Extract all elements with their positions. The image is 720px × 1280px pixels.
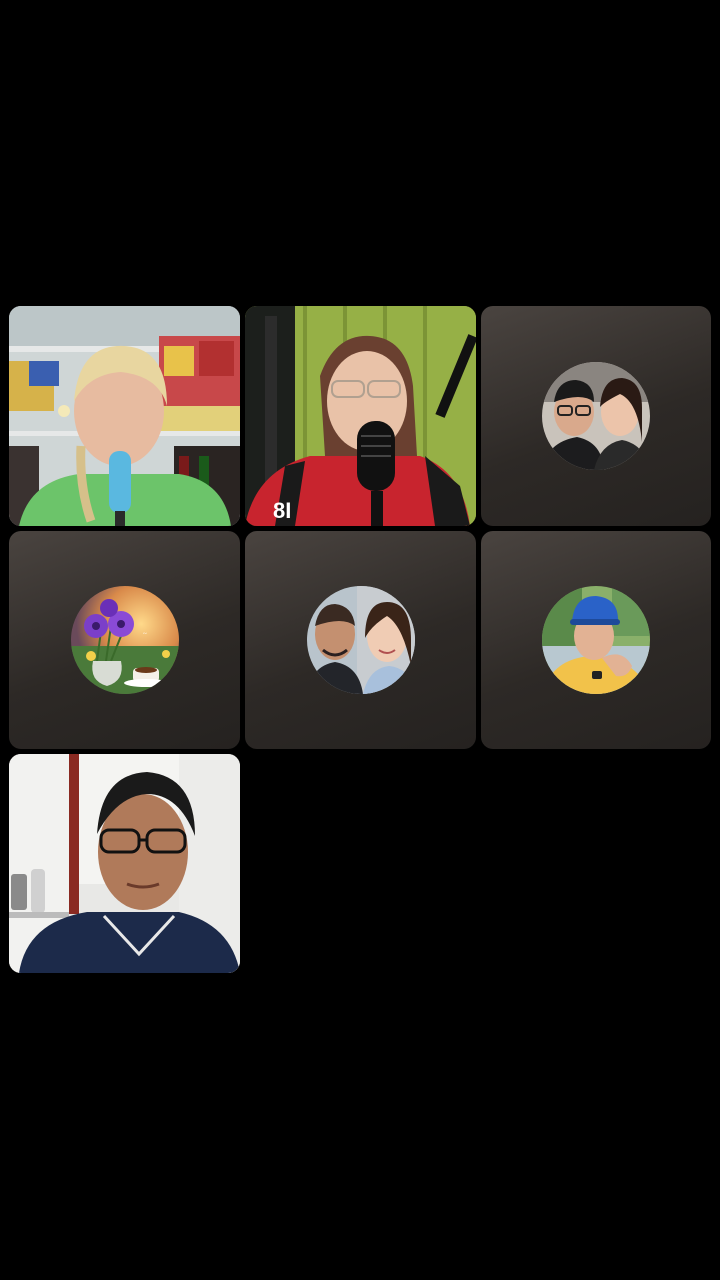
flowers-coffee-avatar: ~ bbox=[70, 586, 179, 694]
shop-singer-video bbox=[9, 306, 240, 526]
couple-avatar bbox=[542, 362, 650, 470]
participant-tile-7[interactable] bbox=[9, 754, 240, 973]
participant-tile-2[interactable]: 8I bbox=[245, 306, 476, 526]
participant-tile-3[interactable] bbox=[481, 306, 711, 526]
man-blue-cap-avatar bbox=[542, 586, 650, 694]
man-glasses-video bbox=[9, 754, 240, 973]
participant-tile-5[interactable] bbox=[245, 531, 476, 749]
video-call-grid: 8I ~ bbox=[0, 0, 720, 1280]
svg-text:8I: 8I bbox=[273, 498, 291, 523]
svg-text:~: ~ bbox=[143, 630, 147, 638]
participant-tile-6[interactable] bbox=[481, 531, 711, 749]
singer-microphone-video: 8I bbox=[245, 306, 476, 526]
participant-tile-4[interactable]: ~ bbox=[9, 531, 240, 749]
couple-selfie-avatar bbox=[306, 586, 415, 694]
participant-tile-1[interactable] bbox=[9, 306, 240, 526]
